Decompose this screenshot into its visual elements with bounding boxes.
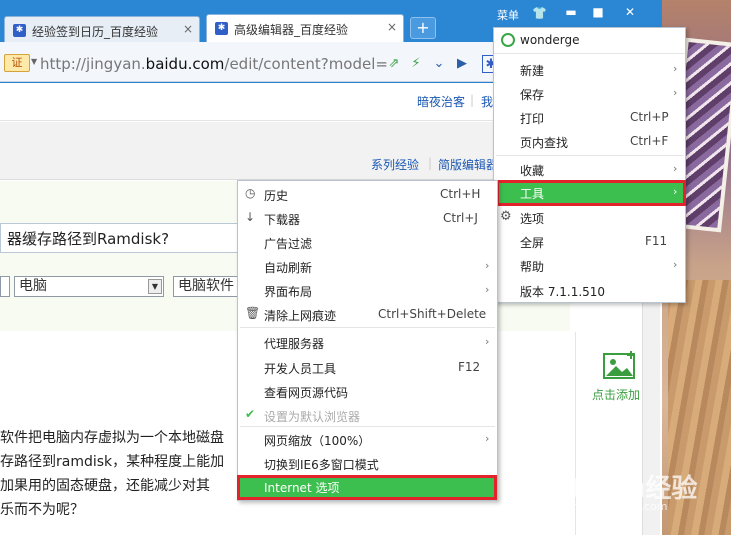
go-arrow-icon[interactable]: ▶ (453, 55, 471, 73)
menu-item-find[interactable]: 页内查找 (520, 134, 568, 151)
menu-item-tools-label: 工具 (520, 187, 545, 201)
tab-close-icon[interactable]: × (387, 20, 397, 34)
body-line: 乐而不为呢？ (0, 502, 84, 518)
divider: | (428, 156, 433, 170)
select-value: 电脑 (19, 278, 47, 294)
skin-shirt-icon[interactable]: 👕 (532, 6, 547, 20)
submenu-item-layout[interactable]: 界面布局 (264, 283, 312, 300)
minimize-button[interactable]: ▬ (557, 3, 585, 21)
menu-item-new[interactable]: 新建 (520, 62, 544, 79)
chevron-right-icon: › (485, 259, 490, 272)
submenu-item-view-source[interactable]: 查看网页源代码 (264, 384, 348, 401)
baidu-paw-icon: ✱ (13, 24, 26, 37)
menu-item-fullscreen[interactable]: 全屏 (520, 234, 544, 251)
submenu-item-clear-traces[interactable]: 清除上网痕迹 (264, 307, 336, 324)
submenu-item-ie6-mode[interactable]: 切换到IE6多窗口模式 (264, 456, 379, 473)
menu-separator (240, 426, 495, 427)
chevron-down-icon[interactable]: ⌄ (430, 55, 448, 73)
submenu-item-adblock[interactable]: 广告过滤 (264, 235, 312, 252)
user-icon (501, 33, 515, 47)
shortcut-label: Ctrl+P (630, 110, 669, 124)
user-link[interactable]: 暗夜治客 (417, 93, 465, 110)
chevron-right-icon: › (485, 283, 490, 296)
menu-item-help[interactable]: 帮助 (520, 258, 544, 275)
divider: | (470, 93, 475, 107)
close-window-button[interactable]: ✕ (616, 3, 644, 21)
chevron-right-icon: › (673, 162, 678, 175)
shortcut-label: F12 (458, 360, 481, 374)
submenu-item-proxy[interactable]: 代理服务器 (264, 335, 324, 352)
dropdown-arrow-icon[interactable]: ▼ (148, 279, 162, 294)
my-link[interactable]: 我 (481, 93, 493, 110)
cert-dropdown-icon[interactable]: ▼ (31, 57, 37, 66)
gear-icon: ⚙ (500, 209, 512, 224)
shortcut-label: Ctrl+Shift+Delete (378, 307, 487, 321)
lightning-icon[interactable]: ⚡ (407, 55, 425, 73)
submenu-item-auto-refresh[interactable]: 自动刷新 (264, 259, 312, 276)
menu-item-options[interactable]: 选项 (520, 210, 544, 227)
submenu-item-devtools[interactable]: 开发人员工具 (264, 360, 336, 377)
menu-separator (240, 327, 495, 328)
add-image-label[interactable]: 点击添加 (592, 386, 640, 403)
submenu-item-internet-options-label: Internet 选项 (264, 481, 340, 495)
maximize-button[interactable]: ■ (584, 3, 612, 21)
tab-advanced-editor[interactable]: ✱ 高级编辑器_百度经验 × (206, 14, 404, 42)
download-arrow-icon: ↓ (245, 210, 256, 224)
submenu-item-default-browser: 设置为默认浏览器 (264, 410, 361, 424)
add-image-icon[interactable] (603, 351, 639, 381)
share-icon[interactable]: ⇗ (385, 55, 403, 73)
new-tab-button[interactable]: + (410, 17, 436, 39)
submenu-item-zoom[interactable]: 网页缩放（100%） (264, 432, 370, 449)
chevron-right-icon: › (673, 185, 678, 198)
tab-label: 经验签到日历_百度经验 (32, 25, 159, 39)
baidu-paw-icon: ✱ (215, 22, 228, 35)
menu-item-favorites[interactable]: 收藏 (520, 162, 544, 179)
shortcut-label: Ctrl+F (630, 134, 669, 148)
tab-close-icon[interactable]: × (183, 22, 193, 36)
tab-checkin-calendar[interactable]: ✱ 经验签到日历_百度经验 × (4, 16, 200, 42)
menu-item-save[interactable]: 保存 (520, 86, 544, 103)
clock-icon: ◷ (245, 186, 256, 200)
submenu-item-downloader[interactable]: 下载器 (264, 211, 300, 228)
category-select-1[interactable] (0, 276, 10, 297)
chevron-right-icon: › (673, 86, 678, 99)
menu-item-print[interactable]: 打印 (520, 110, 544, 127)
url-input[interactable]: http://jingyan.baidu.com/edit/content?mo… (40, 55, 388, 73)
simple-editor-link[interactable]: 简版编辑器 (438, 156, 498, 173)
series-experience-link[interactable]: 系列经验 (371, 156, 419, 173)
chevron-right-icon: › (673, 258, 678, 271)
checkmark-icon: ✔ (245, 407, 256, 421)
menu-button[interactable]: 菜单 (497, 7, 519, 23)
category-select-2[interactable]: 电脑 ▼ (14, 276, 164, 297)
menu-separator (496, 155, 684, 156)
chevron-right-icon: › (485, 432, 490, 445)
trash-icon: 🗑 (245, 306, 261, 320)
certificate-badge[interactable]: 证 (4, 54, 30, 72)
username[interactable]: wonderge (520, 33, 579, 47)
submenu-item-history[interactable]: 历史 (264, 187, 288, 204)
shortcut-label: F11 (645, 234, 668, 248)
shortcut-label: Ctrl+J (443, 211, 478, 225)
tab-label: 高级编辑器_百度经验 (234, 23, 349, 37)
shortcut-label: Ctrl+H (440, 187, 481, 201)
menu-item-version: 版本 7.1.1.510 (520, 285, 606, 299)
baidu-watermark-url: jingyan.baidu.com (566, 500, 668, 513)
chevron-right-icon: › (485, 335, 490, 348)
chevron-right-icon: › (673, 62, 678, 75)
